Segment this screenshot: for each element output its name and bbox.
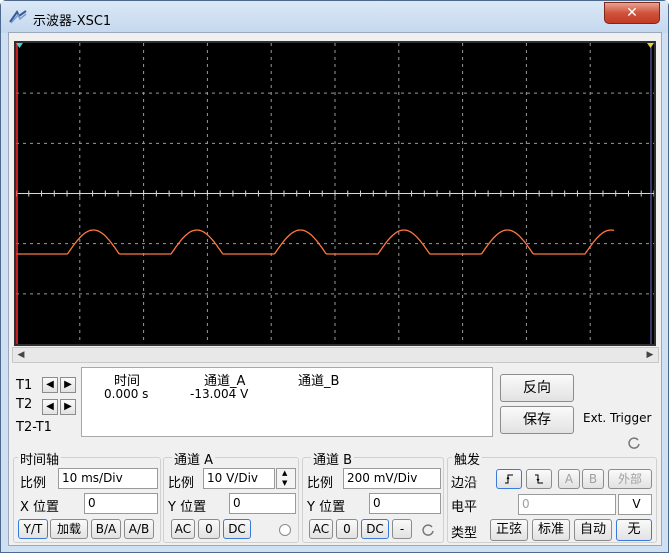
- falling-edge-icon[interactable]: [526, 469, 552, 489]
- client-area: ◀ ▶ T1 ◀ ▶ T2 ◀ ▶ T2-T1 时间 通道_A 通道_B 0.0…: [8, 32, 662, 546]
- t1-left-arrow-icon[interactable]: ◀: [42, 377, 58, 393]
- readout-time-value: 0.000 s: [104, 387, 149, 401]
- channel-a-title: 通道 A: [172, 449, 216, 468]
- channel-b-terminal-icon[interactable]: [421, 523, 435, 537]
- channel-a-zero-button[interactable]: 0: [198, 519, 220, 539]
- cursor-t1-label: T1: [16, 378, 33, 393]
- trigger-source-a-button[interactable]: A: [558, 469, 580, 489]
- t2-right-arrow-icon[interactable]: ▶: [60, 399, 76, 415]
- measurement-readout: 时间 通道_A 通道_B 0.000 s -13.004 V: [81, 367, 493, 437]
- readout-header-channel-b: 通道_B: [298, 374, 340, 389]
- t1-right-arrow-icon[interactable]: ▶: [60, 377, 76, 393]
- timebase-title: 时间轴: [18, 449, 62, 468]
- readout-channel-a-value: -13.004 V: [190, 387, 249, 401]
- ext-trigger-terminal-icon[interactable]: [627, 436, 641, 450]
- trigger-type-none-button[interactable]: 无: [616, 519, 652, 541]
- oscilloscope-screen: [14, 41, 656, 346]
- channel-b-scale-field[interactable]: 200 mV/Div: [343, 468, 441, 489]
- channel-a-ypos-label: Y 位置: [168, 500, 207, 515]
- channel-b-title: 通道 B: [311, 449, 355, 468]
- oscilloscope-app-icon: [9, 10, 27, 24]
- cursor-t2-marker-icon: [647, 43, 654, 48]
- cursor-t2t1-label: T2-T1: [16, 420, 52, 435]
- channel-a-group: 通道 A 比例 10 V/Div ▲ ▼ Y 位置 0 AC 0 DC: [163, 449, 299, 543]
- channel-b-scale-label: 比例: [307, 476, 334, 491]
- scroll-left-icon[interactable]: ◀: [13, 348, 29, 362]
- spin-down-icon[interactable]: ▼: [282, 479, 287, 487]
- trigger-group: 触发 边沿 A B 外部 电平 0 V 类型 正弦 标准 自动 无: [447, 449, 657, 543]
- close-button[interactable]: ✕: [604, 2, 660, 24]
- trigger-level-unit[interactable]: V: [618, 494, 652, 515]
- mode-yt-button[interactable]: Y/T: [18, 519, 48, 539]
- channel-b-group: 通道 B 比例 200 mV/Div Y 位置 0 AC 0 DC -: [302, 449, 444, 543]
- timebase-scale-label: 比例: [20, 476, 47, 491]
- scroll-right-icon[interactable]: ▶: [642, 348, 658, 362]
- cursor-t2-label: T2: [16, 397, 33, 412]
- mode-ba-button[interactable]: B/A: [91, 519, 121, 539]
- ext-trigger-label: Ext. Trigger: [583, 411, 652, 425]
- spin-up-icon[interactable]: ▲: [282, 469, 287, 477]
- trigger-type-auto-button[interactable]: 自动: [574, 519, 612, 541]
- trigger-type-normal-button[interactable]: 标准: [532, 519, 570, 541]
- timebase-xpos-label: X 位置: [20, 500, 60, 515]
- channel-a-trace: [16, 229, 615, 255]
- channel-a-scale-field[interactable]: 10 V/Div: [203, 468, 275, 489]
- channel-b-ypos-field[interactable]: 0: [369, 493, 441, 514]
- trigger-type-label: 类型: [451, 526, 478, 541]
- channel-a-scale-label: 比例: [168, 476, 195, 491]
- channel-a-ac-button[interactable]: AC: [171, 519, 195, 539]
- horizontal-scrollbar[interactable]: ◀ ▶: [12, 347, 659, 363]
- trigger-edge-label: 边沿: [451, 476, 478, 491]
- channel-b-zero-button[interactable]: 0: [336, 519, 358, 539]
- oscilloscope-window: 示波器-XSC1 ✕ ◀ ▶ T1 ◀ ▶ T2 ◀ ▶ T2-T1 时间 通道…: [0, 0, 669, 553]
- channel-a-scale-spinner[interactable]: ▲ ▼: [276, 468, 296, 489]
- trigger-type-sine-button[interactable]: 正弦: [490, 519, 528, 541]
- rising-edge-icon[interactable]: [496, 469, 522, 489]
- channel-a-dc-button[interactable]: DC: [223, 519, 251, 539]
- channel-b-ypos-label: Y 位置: [307, 500, 346, 515]
- waveform-display: [15, 43, 655, 344]
- t2-left-arrow-icon[interactable]: ◀: [42, 399, 58, 415]
- channel-b-invert-button[interactable]: -: [392, 519, 412, 539]
- trigger-title: 触发: [452, 449, 483, 468]
- channel-a-ypos-field[interactable]: 0: [229, 493, 296, 514]
- channel-b-ac-button[interactable]: AC: [309, 519, 333, 539]
- mode-load-button[interactable]: 加载: [50, 519, 88, 539]
- trigger-level-field[interactable]: 0: [518, 494, 616, 515]
- channel-a-terminal-icon[interactable]: [279, 524, 291, 536]
- trigger-source-ext-button[interactable]: 外部: [608, 469, 652, 489]
- trigger-level-label: 电平: [451, 500, 478, 515]
- mode-ab-button[interactable]: A/B: [124, 519, 154, 539]
- title-bar[interactable]: 示波器-XSC1 ✕: [1, 1, 668, 33]
- timebase-group: 时间轴 比例 10 ms/Div X 位置 0 Y/T 加载 B/A A/B: [13, 449, 161, 543]
- timebase-scale-field[interactable]: 10 ms/Div: [58, 468, 158, 489]
- window-title: 示波器-XSC1: [33, 14, 112, 29]
- reverse-button[interactable]: 反向: [500, 374, 574, 402]
- timebase-xpos-field[interactable]: 0: [84, 493, 158, 514]
- save-button[interactable]: 保存: [500, 406, 574, 434]
- trigger-source-b-button[interactable]: B: [582, 469, 604, 489]
- channel-b-dc-button[interactable]: DC: [361, 519, 389, 539]
